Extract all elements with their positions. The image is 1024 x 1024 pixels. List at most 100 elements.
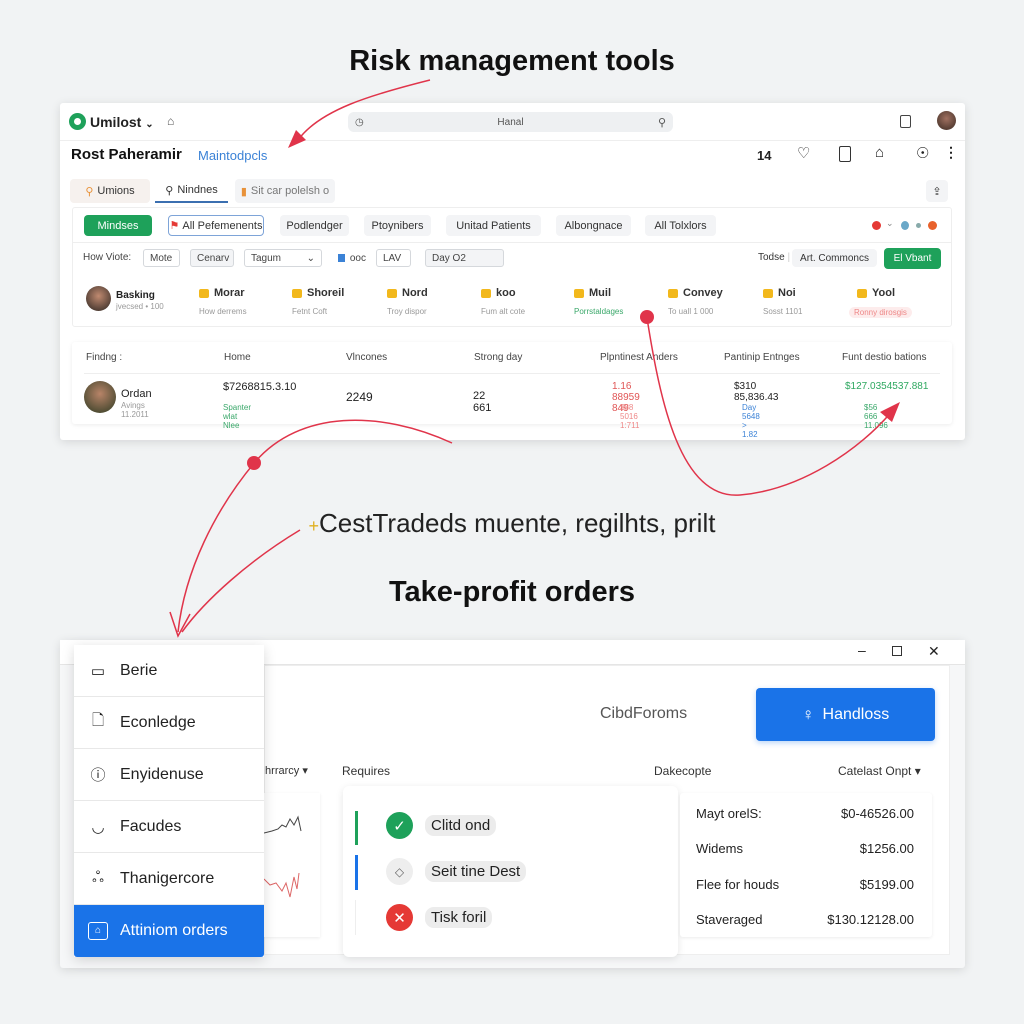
- close-icon: ✕: [386, 904, 413, 931]
- column-header-ihrrarcy[interactable]: Ihrrarcy ▾: [262, 764, 308, 777]
- status-dot-orange[interactable]: [928, 221, 937, 230]
- sparkle-icon: +: [308, 516, 320, 536]
- column-header[interactable]: Vlncones: [346, 352, 387, 363]
- filter-all-pefemenents[interactable]: ⚑ All Pefemenents: [168, 215, 264, 236]
- page-link[interactable]: Maintodpcls: [198, 148, 267, 163]
- filter-all-tolxlors[interactable]: All Tolxlors: [645, 215, 716, 236]
- price-row[interactable]: Widems $1256.00: [696, 841, 914, 856]
- card-koo[interactable]: koo Fum alt cote: [481, 287, 525, 316]
- card-sub: Sosst 1101: [763, 307, 803, 316]
- card-convey[interactable]: Convey To uall 1 000: [668, 287, 723, 316]
- chevron-down-icon: ⌄: [145, 119, 154, 130]
- filter-label: All Pefemenents: [182, 219, 263, 232]
- filter-podlendger[interactable]: Podlendger: [280, 215, 349, 236]
- close-button[interactable]: ✕: [928, 643, 940, 660]
- clock-icon: ◷: [355, 116, 364, 128]
- menu-item-thanigercore[interactable]: ஃ Thanigercore: [74, 853, 264, 905]
- status-dot-gray[interactable]: [916, 223, 921, 228]
- column-header[interactable]: Funt destio bations: [842, 352, 927, 363]
- menu-label: Thanigercore: [120, 869, 215, 887]
- filter-unitad-patients[interactable]: Unitad Patients: [446, 215, 541, 236]
- card-sub: Porrstaldages: [574, 307, 624, 316]
- day-field[interactable]: Day O2: [425, 249, 504, 267]
- status-bar-green: [355, 811, 358, 845]
- document-icon: ▮: [240, 185, 247, 198]
- tab-label: Nindnes: [177, 184, 218, 196]
- commoncs-field[interactable]: Art. Commoncs: [792, 249, 877, 267]
- vbant-button[interactable]: El Vbant: [884, 248, 941, 269]
- card-yool[interactable]: Yool Ronny dirosgis: [849, 287, 912, 318]
- menu-label: Berie: [120, 661, 158, 679]
- app-switcher[interactable]: Umilost ⌄: [90, 114, 154, 130]
- status-dot-red[interactable]: [872, 221, 881, 230]
- tagum-select[interactable]: Tagum ⌄: [244, 249, 322, 267]
- handloss-button[interactable]: ♀ Handloss: [756, 688, 935, 741]
- house-icon[interactable]: ⌂: [875, 144, 884, 161]
- user-avatar[interactable]: [937, 111, 956, 130]
- search-input[interactable]: ◷ Hanal ⚲: [348, 112, 673, 132]
- app-name: Umilost: [90, 114, 142, 130]
- column-header[interactable]: Home: [224, 352, 251, 363]
- tab-sit-car[interactable]: ▮ Sit car polelsh o: [235, 179, 335, 203]
- tablet-icon[interactable]: [839, 146, 851, 162]
- home-icon[interactable]: ⌂: [167, 114, 174, 128]
- price-row[interactable]: Flee for houds $5199.00: [696, 877, 914, 892]
- card-muil[interactable]: Muil Porrstaldages: [574, 287, 623, 316]
- folder-icon: [574, 288, 584, 298]
- filter-mindses[interactable]: Mindses: [84, 215, 152, 236]
- plp-sub: $88 5016 1:711: [620, 403, 640, 430]
- status-row-success[interactable]: ✓ Clitd ond: [386, 812, 497, 839]
- price-label: Staveraged: [696, 912, 763, 927]
- maximize-button[interactable]: [892, 646, 902, 656]
- shield-icon[interactable]: ♡: [797, 144, 810, 162]
- column-header[interactable]: Plpntinest Anders: [600, 352, 678, 363]
- column-header-dakecopte[interactable]: Dakecopte: [654, 764, 711, 778]
- monitor-icon: ▭: [90, 662, 106, 680]
- menu-item-berie[interactable]: ▭ Berie: [74, 645, 264, 697]
- column-header-catelast[interactable]: Catelast Onpt ▾: [838, 764, 921, 778]
- status-row-error[interactable]: ✕ Tisk foril: [386, 904, 493, 931]
- minimize-button[interactable]: –: [858, 642, 866, 658]
- menu-item-facudes[interactable]: ◡ Facudes: [74, 801, 264, 853]
- card-morar[interactable]: Morar How derrems: [199, 287, 247, 316]
- menu-label: Enyidenuse: [120, 765, 204, 783]
- divider: [60, 140, 965, 141]
- lav-field[interactable]: LAV: [376, 249, 411, 267]
- card-noi[interactable]: Noi Sosst 1101: [763, 287, 802, 316]
- column-header[interactable]: Pantinip Entnges: [724, 352, 800, 363]
- cup-icon: ◡: [91, 818, 105, 836]
- card-nord[interactable]: Nord Troy dispor: [387, 287, 428, 316]
- tab-umions[interactable]: ⚲ Umions: [70, 179, 150, 203]
- price-row[interactable]: Staveraged $130.12128.00: [696, 912, 914, 927]
- card-shoreil[interactable]: Shoreil Fetnt Coft: [292, 287, 344, 316]
- menu-item-attiniom-orders[interactable]: ⌂ Attiniom orders: [74, 905, 264, 957]
- tab-label: Umions: [97, 185, 135, 197]
- more-menu-icon[interactable]: ⋮: [944, 144, 958, 161]
- price-label: Mayt orelS:: [696, 806, 762, 821]
- price-row[interactable]: Mayt orelS: $0-46526.00: [696, 806, 914, 821]
- menu-item-enyidenuse[interactable]: ⓘ Enyidenuse: [74, 749, 264, 801]
- filter-albongnace[interactable]: Albongnace: [556, 215, 631, 236]
- column-header[interactable]: Findng :: [86, 352, 122, 363]
- document-icon[interactable]: [900, 115, 911, 128]
- card-sub: To uall 1 000: [668, 307, 714, 316]
- filter-ptoynibers[interactable]: Ptoynibers: [364, 215, 431, 236]
- chevron-down-icon[interactable]: ⌄: [886, 218, 894, 229]
- status-bar-empty: [355, 900, 356, 935]
- column-header[interactable]: Strong day: [474, 352, 522, 363]
- settings-icon[interactable]: ☉: [916, 144, 929, 162]
- ooc-checkbox[interactable]: ooc: [332, 249, 372, 267]
- subheading-text: CestTradeds muente, regilhts, prilt: [319, 508, 716, 538]
- tab-nindnes[interactable]: ⚲ Nindnes: [155, 179, 228, 203]
- strong-day-value: 22 661: [473, 390, 492, 414]
- menu-item-econledge[interactable]: 🗋 Econledge: [74, 697, 264, 749]
- status-row-pending[interactable]: ◇ Seit tine Dest: [386, 858, 527, 885]
- profile-avatar: [86, 286, 111, 311]
- upload-icon[interactable]: ⇪: [926, 180, 948, 202]
- card-sub: Troy dispor: [387, 307, 427, 316]
- column-header-requires[interactable]: Requires: [342, 764, 390, 778]
- cenarv-field[interactable]: Cenarv: [190, 249, 234, 267]
- trader-name: Ordan: [121, 388, 152, 400]
- mote-field[interactable]: Mote: [143, 249, 180, 267]
- status-dot-blue[interactable]: [901, 221, 909, 230]
